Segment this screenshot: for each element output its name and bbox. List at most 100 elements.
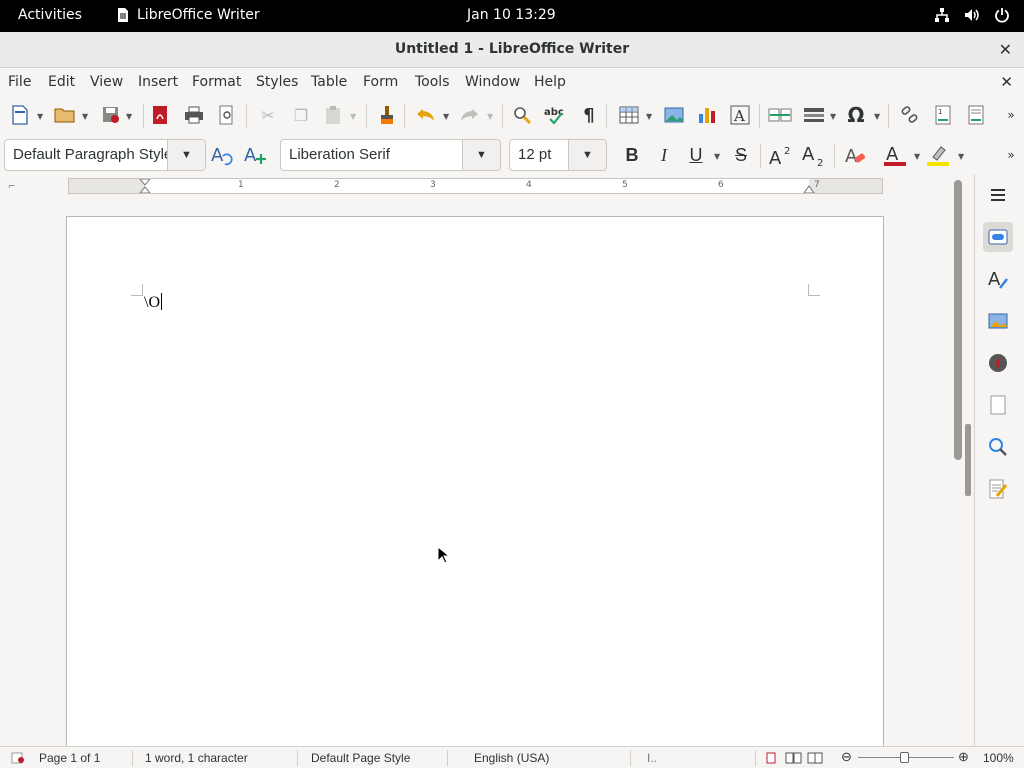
chevron-down-icon[interactable]: ▼ (958, 152, 964, 161)
chevron-down-icon[interactable]: ▼ (830, 112, 836, 121)
menu-table[interactable]: Table (311, 74, 347, 90)
menu-styles[interactable]: Styles (256, 74, 298, 90)
new-style-icon[interactable]: A (243, 142, 269, 168)
paragraph-text[interactable]: \O (144, 294, 160, 311)
left-indent-marker-icon[interactable] (139, 179, 151, 193)
menu-edit[interactable]: Edit (48, 74, 75, 90)
menu-format[interactable]: Format (192, 74, 241, 90)
gallery-icon[interactable] (983, 306, 1013, 336)
menu-view[interactable]: View (90, 74, 123, 90)
chevron-down-icon[interactable]: ▼ (37, 112, 43, 121)
insert-table-icon[interactable] (616, 102, 642, 128)
sidebar-menu-icon[interactable] (983, 180, 1013, 210)
volume-icon[interactable] (964, 6, 980, 24)
cut-icon[interactable]: ✂ (255, 102, 281, 128)
document-canvas[interactable]: \O (0, 196, 951, 768)
insert-textbox-icon[interactable]: A (727, 102, 753, 128)
paragraph-style-combo[interactable]: Default Paragraph Style ▼ (4, 139, 206, 171)
bold-button[interactable]: B (619, 142, 645, 168)
chevron-down-icon[interactable]: ▼ (462, 140, 500, 170)
font-name-value[interactable]: Liberation Serif (289, 146, 390, 163)
power-icon[interactable] (994, 6, 1010, 24)
insert-chart-icon[interactable] (694, 102, 720, 128)
chevron-down-icon[interactable]: ▼ (714, 152, 720, 161)
insert-field-icon[interactable] (801, 102, 827, 128)
app-menu[interactable]: LibreOffice Writer (117, 7, 260, 23)
manage-changes-icon[interactable] (983, 474, 1013, 504)
print-icon[interactable] (181, 102, 207, 128)
document-page[interactable]: \O (66, 216, 884, 768)
page-count[interactable]: Page 1 of 1 (39, 751, 100, 765)
undo-icon[interactable] (413, 102, 439, 128)
view-layout-icon[interactable] (766, 752, 824, 764)
toolbar-overflow-icon[interactable]: » (1002, 142, 1020, 168)
font-size-value[interactable]: 12 pt (518, 146, 551, 163)
styles-icon[interactable]: A (983, 264, 1013, 294)
network-icon[interactable] (934, 6, 950, 24)
chevron-down-icon[interactable]: ▼ (646, 112, 652, 121)
subscript-icon[interactable]: A2 (802, 142, 828, 168)
right-indent-marker-icon[interactable] (803, 183, 815, 193)
properties-icon[interactable] (983, 222, 1013, 252)
zoom-slider-knob[interactable] (900, 752, 909, 763)
font-name-combo[interactable]: Liberation Serif ▼ (280, 139, 501, 171)
update-style-icon[interactable]: A (210, 142, 236, 168)
menu-insert[interactable]: Insert (138, 74, 178, 90)
save-icon[interactable] (98, 102, 124, 128)
underline-button[interactable]: U (683, 142, 709, 168)
highlight-color-icon[interactable] (926, 142, 952, 168)
menu-file[interactable]: File (8, 74, 31, 90)
menu-form[interactable]: Form (363, 74, 398, 90)
open-folder-icon[interactable] (52, 102, 78, 128)
insert-page-break-icon[interactable] (767, 102, 793, 128)
copy-icon[interactable]: ❐ (288, 102, 314, 128)
print-preview-icon[interactable] (214, 102, 240, 128)
chevron-down-icon[interactable]: ▼ (914, 152, 920, 161)
chevron-down-icon[interactable]: ▼ (874, 112, 880, 121)
document-modified-icon[interactable] (11, 752, 25, 764)
export-pdf-icon[interactable] (147, 102, 173, 128)
font-size-combo[interactable]: 12 pt ▼ (509, 139, 607, 171)
insert-image-icon[interactable] (661, 102, 687, 128)
chevron-down-icon[interactable]: ▼ (167, 140, 205, 170)
sidebar-collapse-handle[interactable] (965, 424, 971, 496)
zoom-out-icon[interactable]: ⊖ (841, 749, 852, 765)
style-inspector-icon[interactable] (983, 432, 1013, 462)
navigator-icon[interactable] (983, 348, 1013, 378)
window-close-button[interactable]: ✕ (999, 40, 1012, 59)
insert-endnote-icon[interactable] (963, 102, 989, 128)
close-document-button[interactable]: ✕ (1000, 73, 1013, 91)
insert-mode-icon[interactable]: I.. (647, 751, 657, 765)
zoom-in-icon[interactable]: ⊕ (958, 749, 969, 765)
system-tray[interactable] (934, 6, 1010, 24)
spelling-icon[interactable]: abc (543, 102, 569, 128)
italic-button[interactable]: I (651, 142, 677, 168)
document-text[interactable]: \O (144, 293, 162, 312)
font-color-icon[interactable]: A (882, 142, 908, 168)
menu-help[interactable]: Help (534, 74, 566, 90)
page-style[interactable]: Default Page Style (311, 751, 410, 765)
vertical-scrollbar[interactable] (951, 174, 965, 746)
page-icon[interactable] (983, 390, 1013, 420)
chevron-down-icon[interactable]: ▼ (126, 112, 132, 121)
menu-window[interactable]: Window (465, 74, 520, 90)
chevron-down-icon[interactable]: ▼ (443, 112, 449, 121)
clear-formatting-icon[interactable]: A (843, 142, 869, 168)
paste-icon[interactable] (320, 102, 346, 128)
menu-tools[interactable]: Tools (415, 74, 450, 90)
new-document-icon[interactable] (7, 102, 33, 128)
activities-button[interactable]: Activities (18, 7, 82, 23)
chevron-down-icon[interactable]: ▼ (487, 112, 493, 121)
paragraph-style-value[interactable]: Default Paragraph Style (13, 146, 173, 163)
insert-hyperlink-icon[interactable] (897, 102, 923, 128)
scrollbar-thumb[interactable] (954, 180, 962, 460)
toolbar-overflow-icon[interactable]: » (1002, 102, 1020, 128)
superscript-icon[interactable]: A2 (769, 142, 795, 168)
tab-stop-type-icon[interactable]: ⌐ (8, 182, 16, 192)
chevron-down-icon[interactable]: ▼ (568, 140, 606, 170)
text-language[interactable]: English (USA) (474, 751, 549, 765)
find-replace-icon[interactable] (509, 102, 535, 128)
window-titlebar[interactable]: Untitled 1 - LibreOffice Writer ✕ (0, 32, 1024, 68)
word-count[interactable]: 1 word, 1 character (145, 751, 248, 765)
horizontal-ruler[interactable]: 1 2 3 4 5 6 7 (68, 178, 883, 194)
